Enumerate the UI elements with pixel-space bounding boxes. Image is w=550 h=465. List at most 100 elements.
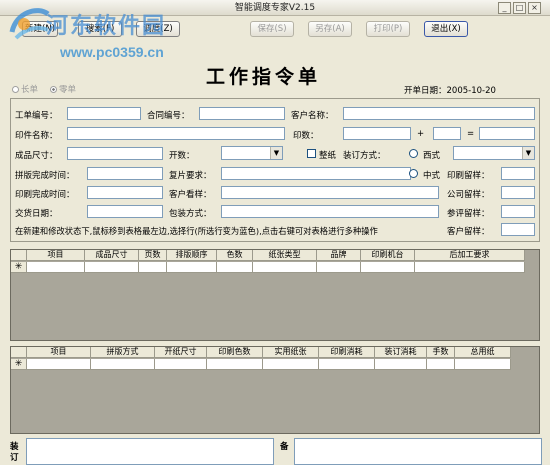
new-row-marker-icon[interactable]: ✳ (11, 262, 27, 273)
contract-no-input[interactable] (199, 107, 285, 120)
company-retain-input[interactable] (501, 186, 535, 199)
copy-request-input[interactable] (221, 167, 411, 180)
order-type-long[interactable]: 长单 (12, 83, 38, 95)
document-title: 工作指令单 (206, 66, 322, 88)
window-title: 智能调度专家V2.15 (234, 3, 316, 13)
minimize-button[interactable]: _ (498, 2, 511, 14)
reference-retain-input[interactable] (501, 205, 535, 218)
extra-count-input[interactable] (433, 127, 461, 140)
binding-chinese-radio[interactable] (409, 169, 418, 178)
format-label: 开数： (169, 151, 195, 161)
column-header[interactable]: 纸张类型 (253, 250, 317, 261)
print-name-input[interactable] (67, 127, 285, 140)
column-header[interactable]: 实用纸张 (263, 347, 319, 358)
new-row-marker-icon[interactable]: ✳ (11, 359, 27, 370)
binding-chinese-label: 中式 (423, 171, 441, 181)
table-cell[interactable] (455, 359, 511, 370)
print-count-label: 印数： (293, 131, 319, 141)
customer-retain-input[interactable] (501, 223, 535, 236)
table-cell[interactable] (27, 262, 85, 273)
table-cell[interactable] (427, 359, 455, 370)
delivery-date-label: 交货日期： (15, 209, 58, 219)
total-count-input[interactable] (479, 127, 535, 140)
table-header: 项目 拼版方式 开纸尺寸 印刷色数 实用纸张 印刷消耗 装订消耗 手数 总用纸 (11, 347, 511, 358)
print-retain-input[interactable] (501, 167, 535, 180)
exit-button[interactable]: 退出(X) (424, 21, 468, 37)
whole-paper-checkbox[interactable] (307, 149, 316, 158)
column-header[interactable]: 总用纸 (455, 347, 511, 358)
print-count-input[interactable] (343, 127, 411, 140)
column-header[interactable]: 成品尺寸 (85, 250, 139, 261)
column-header[interactable]: 项目 (27, 347, 91, 358)
table-cell[interactable] (415, 262, 525, 273)
save-button[interactable]: 保存(S) (250, 21, 294, 37)
column-header[interactable]: 印刷机台 (361, 250, 415, 261)
packaging-input[interactable] (221, 205, 439, 218)
job-no-input[interactable] (67, 107, 141, 120)
watermark-url: www.pc0359.cn (60, 44, 164, 60)
column-header[interactable]: 印刷消耗 (319, 347, 375, 358)
order-date: 开单日期：2005-10-20 (404, 86, 496, 96)
table-cell[interactable] (91, 359, 155, 370)
column-header[interactable]: 开纸尺寸 (155, 347, 207, 358)
print-done-label: 印刷完成时间： (15, 190, 75, 200)
column-header[interactable]: 印刷色数 (207, 347, 263, 358)
chevron-down-icon: ▼ (270, 147, 282, 159)
column-header[interactable]: 后加工要求 (415, 250, 525, 261)
binding-notes-label: 装订 (10, 442, 19, 463)
table-header: 项目 成品尺寸 页数 排版顺序 色数 纸张类型 品牌 印刷机台 后加工要求 (11, 250, 525, 261)
table-new-row[interactable]: ✳ (11, 359, 511, 370)
binding-western-radio[interactable] (409, 149, 418, 158)
column-header[interactable]: 项目 (27, 250, 85, 261)
radio-icon (12, 86, 19, 93)
table-cell[interactable] (139, 262, 167, 273)
order-form: 工单编号： 合同编号： 客户名称： 印件名称： 印数： + = 成品尺寸： 开数… (10, 98, 540, 242)
column-header[interactable]: 页数 (139, 250, 167, 261)
order-type-short[interactable]: 零单 (50, 83, 76, 95)
chevron-down-icon: ▼ (522, 147, 534, 159)
print-done-input[interactable] (87, 186, 163, 199)
contract-no-label: 合同编号： (147, 111, 190, 121)
binding-notes-input[interactable] (26, 438, 274, 465)
reference-retain-label: 参评留样： (447, 209, 490, 219)
plate-done-input[interactable] (87, 167, 163, 180)
save-as-button[interactable]: 另存(A) (308, 21, 352, 37)
table-cell[interactable] (207, 359, 263, 370)
column-header[interactable]: 手数 (427, 347, 455, 358)
table-cell[interactable] (361, 262, 415, 273)
company-retain-label: 公司留样： (447, 190, 490, 200)
equals-sign: = (467, 129, 475, 139)
delivery-date-input[interactable] (87, 205, 163, 218)
whole-paper-label: 整纸 (319, 151, 337, 161)
paper-usage-table[interactable]: 项目 拼版方式 开纸尺寸 印刷色数 实用纸张 印刷消耗 装订消耗 手数 总用纸 … (10, 346, 540, 434)
remarks-input[interactable] (294, 438, 542, 465)
print-items-table[interactable]: 项目 成品尺寸 页数 排版顺序 色数 纸张类型 品牌 印刷机台 后加工要求 ✳ (10, 249, 540, 341)
table-cell[interactable] (253, 262, 317, 273)
column-header[interactable]: 装订消耗 (375, 347, 427, 358)
table-cell[interactable] (85, 262, 139, 273)
table-new-row[interactable]: ✳ (11, 262, 525, 273)
print-button[interactable]: 打印(P) (366, 21, 410, 37)
table-cell[interactable] (375, 359, 427, 370)
table-cell[interactable] (167, 262, 217, 273)
table-cell[interactable] (27, 359, 91, 370)
table-cell[interactable] (317, 262, 361, 273)
table-cell[interactable] (217, 262, 253, 273)
column-header[interactable]: 色数 (217, 250, 253, 261)
table-cell[interactable] (263, 359, 319, 370)
copy-request-label: 复片要求： (169, 171, 212, 181)
customer-review-input[interactable] (221, 186, 439, 199)
job-no-label: 工单编号： (15, 111, 58, 121)
maximize-button[interactable]: □ (513, 2, 526, 14)
format-select[interactable]: ▼ (221, 146, 283, 160)
close-button[interactable]: × (528, 2, 541, 14)
finished-size-input[interactable] (67, 147, 163, 160)
column-header[interactable]: 拼版方式 (91, 347, 155, 358)
column-header[interactable]: 排版顺序 (167, 250, 217, 261)
table-cell[interactable] (319, 359, 375, 370)
binding-select[interactable]: ▼ (453, 146, 535, 160)
table-cell[interactable] (155, 359, 207, 370)
customer-name-input[interactable] (343, 107, 535, 120)
customer-review-label: 客户看样： (169, 190, 212, 200)
column-header[interactable]: 品牌 (317, 250, 361, 261)
